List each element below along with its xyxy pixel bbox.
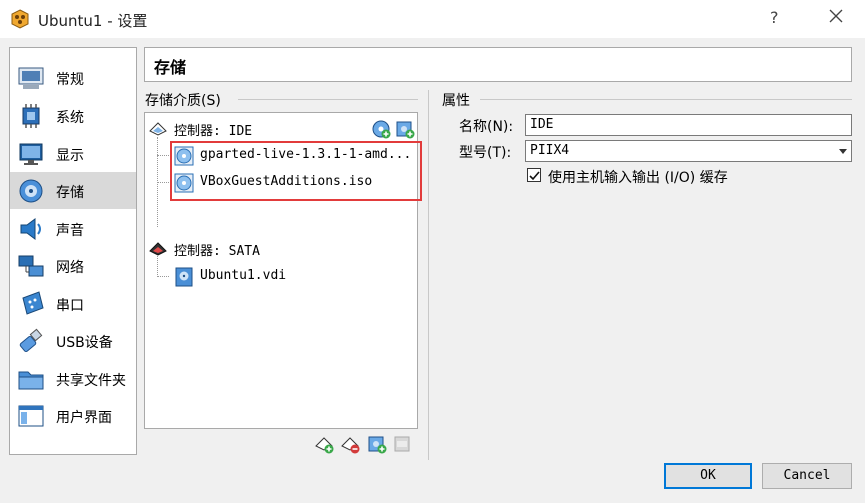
cancel-button[interactable]: Cancel xyxy=(762,463,852,489)
highlight-box xyxy=(170,141,422,201)
sata-controller-icon xyxy=(149,242,167,256)
sidebar-item-general[interactable]: 常规 xyxy=(10,59,136,96)
add-controller-icon[interactable] xyxy=(314,434,334,454)
dialog-body: 常规 系统 显示 存储 声音 网络 串口 USB设备 共享文件夹 用户界面 存储… xyxy=(0,38,865,503)
speaker-icon xyxy=(20,218,41,240)
user-interface-icon xyxy=(18,405,44,427)
storage-tree[interactable]: 控制器: IDE gparted-live-1.3.1-1-amd... VBo… xyxy=(144,112,422,429)
sidebar-item-label: 系统 xyxy=(56,110,84,126)
sidebar-item-network[interactable]: 网络 xyxy=(10,247,136,284)
chevron-down-icon xyxy=(839,149,847,154)
storage-disk-icon xyxy=(19,179,43,203)
network-icon xyxy=(18,255,44,277)
controller-type-value: PIIX4 xyxy=(530,143,570,158)
name-label: 名称(N): xyxy=(459,119,514,135)
tree-item-ide-controller[interactable]: 控制器: IDE xyxy=(148,116,416,142)
group-divider xyxy=(480,99,852,100)
controller-type-select[interactable]: PIIX4 xyxy=(525,140,852,162)
title-bar: Ubuntu1 - 设置 ? xyxy=(0,0,865,38)
sidebar-item-usb[interactable]: USB设备 xyxy=(10,322,136,359)
close-icon[interactable] xyxy=(826,6,846,26)
sidebar-item-storage[interactable]: 存储 xyxy=(10,172,136,209)
host-io-cache-label: 使用主机输入输出 (I/O) 缓存 xyxy=(548,170,728,186)
tree-item-hard-disk[interactable]: Ubuntu1.vdi xyxy=(174,264,414,290)
add-optical-drive-icon[interactable] xyxy=(371,119,391,139)
shared-folder-icon xyxy=(18,371,44,390)
remove-attachment-icon[interactable] xyxy=(393,434,413,454)
sidebar-item-label: 串口 xyxy=(56,298,84,314)
general-icon xyxy=(18,67,44,89)
help-icon[interactable]: ? xyxy=(770,8,779,27)
panel-separator xyxy=(428,90,429,460)
serial-port-icon xyxy=(22,291,44,315)
properties-group-title: 属性 xyxy=(442,93,470,109)
system-chip-icon xyxy=(22,104,40,128)
sidebar-item-label: 常规 xyxy=(56,72,84,88)
sidebar-item-label: 网络 xyxy=(56,260,84,276)
add-hard-disk-icon[interactable] xyxy=(395,119,415,139)
usb-icon xyxy=(19,328,43,353)
sidebar-item-label: 声音 xyxy=(56,223,84,239)
host-io-cache-checkbox[interactable] xyxy=(527,168,541,182)
checkmark-icon xyxy=(529,171,540,181)
tree-connector xyxy=(157,276,169,277)
display-monitor-icon xyxy=(19,143,43,165)
page-title: 存储 xyxy=(154,58,187,77)
storage-group-title: 存储介质(S) xyxy=(145,93,221,109)
sidebar-item-shared-folders[interactable]: 共享文件夹 xyxy=(10,360,136,397)
hard-disk-icon xyxy=(175,267,193,287)
page-title-box: 存储 xyxy=(144,47,852,82)
tree-item-label: 控制器: SATA xyxy=(174,244,260,259)
tree-connector xyxy=(157,155,169,156)
settings-sidebar: 常规 系统 显示 存储 声音 网络 串口 USB设备 共享文件夹 用户界面 xyxy=(9,47,137,455)
add-attachment-icon[interactable] xyxy=(367,434,387,454)
tree-item-sata-controller[interactable]: 控制器: SATA xyxy=(148,236,416,262)
type-label: 型号(T): xyxy=(459,145,512,161)
sidebar-item-user-interface[interactable]: 用户界面 xyxy=(10,397,136,434)
controller-name-input[interactable]: IDE xyxy=(525,114,852,136)
sidebar-item-label: 显示 xyxy=(56,148,84,164)
group-divider xyxy=(238,99,418,100)
tree-item-label: 控制器: IDE xyxy=(174,124,253,139)
sidebar-item-system[interactable]: 系统 xyxy=(10,97,136,134)
tree-connector xyxy=(157,182,169,183)
window-title: Ubuntu1 - 设置 xyxy=(38,12,148,30)
tree-item-label: Ubuntu1.vdi xyxy=(200,268,287,283)
sidebar-item-label: 共享文件夹 xyxy=(56,373,126,389)
sidebar-item-label: USB设备 xyxy=(56,335,113,351)
sidebar-item-serial[interactable]: 串口 xyxy=(10,285,136,322)
ide-controller-icon xyxy=(149,122,167,136)
sidebar-item-display[interactable]: 显示 xyxy=(10,135,136,172)
sidebar-item-audio[interactable]: 声音 xyxy=(10,210,136,247)
sidebar-item-label: 用户界面 xyxy=(56,410,112,426)
sidebar-item-label: 存储 xyxy=(56,185,84,201)
virtualbox-icon xyxy=(11,9,29,29)
remove-controller-icon[interactable] xyxy=(340,434,360,454)
ok-button[interactable]: OK xyxy=(664,463,752,489)
